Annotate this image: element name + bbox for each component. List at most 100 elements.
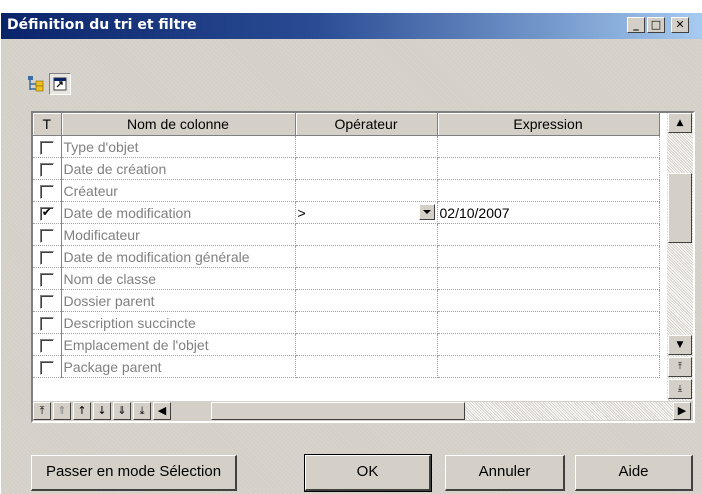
row-checkbox-cell bbox=[33, 333, 62, 356]
operator-cell[interactable]: > bbox=[295, 201, 438, 224]
operator-cell[interactable] bbox=[295, 223, 438, 246]
row-checkbox[interactable] bbox=[39, 338, 54, 353]
row-checkbox[interactable] bbox=[39, 162, 54, 177]
expression-cell[interactable] bbox=[437, 135, 660, 158]
move-first-icon[interactable]: ⤒ bbox=[33, 402, 51, 420]
expression-cell[interactable] bbox=[437, 223, 660, 246]
operator-cell[interactable] bbox=[295, 311, 438, 334]
row-checkbox-cell bbox=[33, 157, 62, 180]
row-checkbox-cell bbox=[33, 267, 62, 290]
title-bar[interactable]: Définition du tri et filtre _ □ ✕ bbox=[1, 13, 702, 39]
scroll-thumb[interactable] bbox=[668, 173, 692, 243]
operator-dropdown-icon[interactable] bbox=[418, 204, 435, 220]
maximize-button[interactable]: □ bbox=[647, 17, 665, 33]
row-checkbox[interactable] bbox=[39, 140, 54, 155]
column-name-cell: Emplacement de l'objet bbox=[61, 333, 296, 356]
column-name-cell: Date de création bbox=[61, 157, 296, 180]
table-row[interactable]: Modificateur bbox=[33, 223, 660, 246]
row-checkbox[interactable] bbox=[39, 294, 54, 309]
column-name-cell: Date de modification générale bbox=[61, 245, 296, 268]
table-row[interactable]: Description succincte bbox=[33, 311, 660, 334]
window-title: Définition du tri et filtre bbox=[7, 17, 197, 33]
table-row[interactable]: Date de modification>02/10/2007 bbox=[33, 201, 660, 224]
ok-button[interactable]: OK bbox=[304, 454, 432, 492]
column-name-cell: Package parent bbox=[61, 355, 296, 378]
expression-cell[interactable] bbox=[437, 157, 660, 180]
column-name-cell: Type d'objet bbox=[61, 135, 296, 158]
vertical-scrollbar[interactable]: ▲ ▼ ⤒ ⤓ bbox=[667, 113, 693, 403]
expression-cell[interactable] bbox=[437, 333, 660, 356]
table-row[interactable]: Emplacement de l'objet bbox=[33, 333, 660, 356]
dialog-icon[interactable] bbox=[49, 73, 71, 95]
column-name-cell: Nom de classe bbox=[61, 267, 296, 290]
row-checkbox[interactable] bbox=[39, 205, 54, 221]
scroll-left-icon[interactable]: ◀ bbox=[153, 402, 171, 420]
table-row[interactable]: Package parent bbox=[33, 355, 660, 378]
table-row[interactable]: Type d'objet bbox=[33, 135, 660, 158]
operator-cell[interactable] bbox=[295, 267, 438, 290]
minimize-button[interactable]: _ bbox=[627, 17, 645, 33]
dialog-window: Définition du tri et filtre _ □ ✕ T Nom … bbox=[0, 12, 702, 494]
row-checkbox[interactable] bbox=[39, 184, 54, 199]
row-checkbox[interactable] bbox=[39, 360, 54, 375]
column-name-cell: Créateur bbox=[61, 179, 296, 202]
operator-value: > bbox=[297, 204, 306, 221]
header-check[interactable]: T bbox=[33, 113, 62, 136]
scroll-down-button[interactable]: ▼ bbox=[668, 335, 692, 355]
row-checkbox-cell bbox=[33, 135, 62, 158]
expression-cell[interactable] bbox=[437, 245, 660, 268]
operator-cell[interactable] bbox=[295, 333, 438, 356]
grid-table: T Nom de colonne Opérateur Expression Ty… bbox=[33, 113, 660, 378]
help-button[interactable]: Aide bbox=[575, 455, 693, 491]
column-name-cell: Date de modification bbox=[61, 201, 296, 224]
expression-cell[interactable] bbox=[437, 311, 660, 334]
table-row[interactable]: Créateur bbox=[33, 179, 660, 202]
operator-cell[interactable] bbox=[295, 355, 438, 378]
operator-cell[interactable] bbox=[295, 135, 438, 158]
move-down-double-icon[interactable]: ⇓ bbox=[113, 402, 131, 420]
scroll-to-bottom-button[interactable]: ⤓ bbox=[668, 379, 692, 399]
move-up-double-icon[interactable]: ⇑ bbox=[53, 402, 71, 420]
operator-cell[interactable] bbox=[295, 179, 438, 202]
expression-cell[interactable] bbox=[437, 267, 660, 290]
tree-filter-icon[interactable] bbox=[27, 75, 45, 93]
header-operator[interactable]: Opérateur bbox=[295, 113, 438, 136]
row-checkbox-cell bbox=[33, 223, 62, 246]
move-last-icon[interactable]: ⤓ bbox=[133, 402, 151, 420]
table-row[interactable]: Nom de classe bbox=[33, 267, 660, 290]
close-button[interactable]: ✕ bbox=[671, 17, 689, 33]
table-row[interactable]: Date de création bbox=[33, 157, 660, 180]
header-expression[interactable]: Expression bbox=[437, 113, 660, 136]
row-checkbox[interactable] bbox=[39, 228, 54, 243]
header-column-name[interactable]: Nom de colonne bbox=[61, 113, 296, 136]
table-row[interactable]: Date de modification générale bbox=[33, 245, 660, 268]
scroll-right-icon[interactable]: ▶ bbox=[673, 402, 691, 420]
operator-cell[interactable] bbox=[295, 245, 438, 268]
filter-grid: T Nom de colonne Opérateur Expression Ty… bbox=[31, 111, 695, 423]
grid-nav-bar: ⤒ ⇑ ↑ ↓ ⇓ ⤓ ◀ ▶ bbox=[33, 401, 693, 421]
column-name-cell: Modificateur bbox=[61, 223, 296, 246]
table-row[interactable]: Dossier parent bbox=[33, 289, 660, 312]
horizontal-scroll-track[interactable] bbox=[465, 402, 673, 420]
expression-cell[interactable] bbox=[437, 179, 660, 202]
column-name-cell: Dossier parent bbox=[61, 289, 296, 312]
horizontal-scroll-thumb[interactable] bbox=[211, 402, 465, 420]
row-checkbox[interactable] bbox=[39, 316, 54, 331]
row-checkbox[interactable] bbox=[39, 272, 54, 287]
row-checkbox-cell bbox=[33, 245, 62, 268]
scroll-to-top-button[interactable]: ⤒ bbox=[668, 357, 692, 377]
cancel-button[interactable]: Annuler bbox=[445, 455, 565, 491]
row-checkbox-cell bbox=[33, 289, 62, 312]
selection-mode-button[interactable]: Passer en mode Sélection bbox=[31, 455, 237, 491]
expression-cell[interactable]: 02/10/2007 bbox=[437, 201, 660, 224]
operator-cell[interactable] bbox=[295, 157, 438, 180]
row-checkbox-cell bbox=[33, 311, 62, 334]
move-up-icon[interactable]: ↑ bbox=[73, 402, 91, 420]
row-checkbox[interactable] bbox=[39, 250, 54, 265]
expression-cell[interactable] bbox=[437, 355, 660, 378]
move-down-icon[interactable]: ↓ bbox=[93, 402, 111, 420]
column-name-cell: Description succincte bbox=[61, 311, 296, 334]
scroll-up-button[interactable]: ▲ bbox=[668, 113, 692, 133]
operator-cell[interactable] bbox=[295, 289, 438, 312]
expression-cell[interactable] bbox=[437, 289, 660, 312]
